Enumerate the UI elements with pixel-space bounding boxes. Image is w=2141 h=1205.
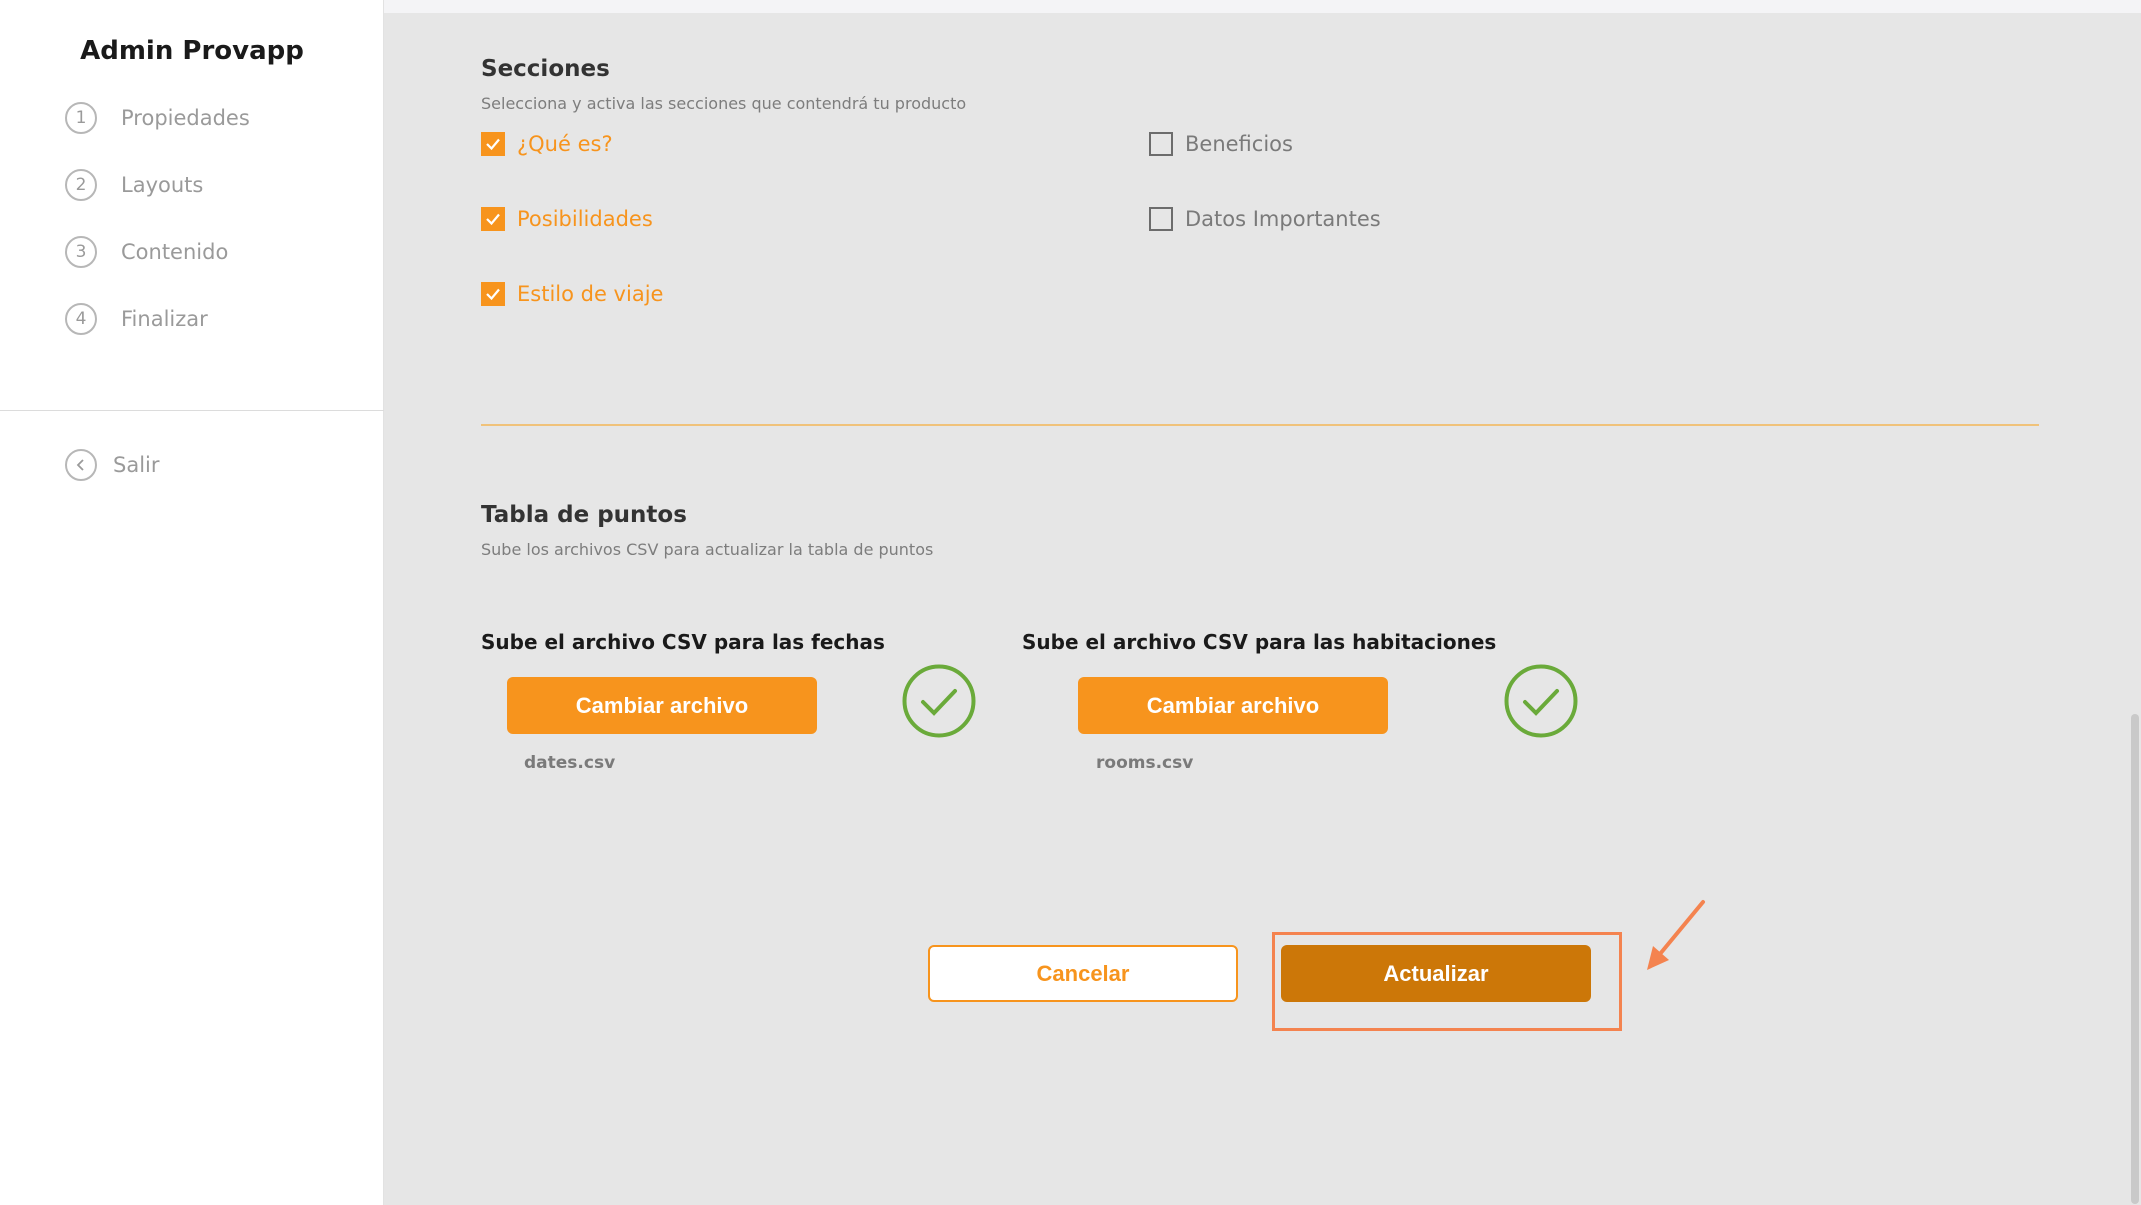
cancel-button[interactable]: Cancelar: [928, 945, 1238, 1002]
sections-subtitle: Selecciona y activa las secciones que co…: [481, 94, 967, 113]
checkbox-posibilidades[interactable]: Posibilidades: [481, 207, 653, 231]
step-number-4: 4: [65, 303, 97, 335]
upload-rooms-title: Sube el archivo CSV para las habitacione…: [1022, 630, 1497, 654]
check-circle-icon: [1504, 664, 1578, 738]
step-propiedades[interactable]: 1 Propiedades: [65, 100, 250, 136]
checkbox-estilo-de-viaje[interactable]: Estilo de viaje: [481, 282, 663, 306]
dates-file-name: dates.csv: [524, 753, 616, 773]
update-button[interactable]: Actualizar: [1281, 945, 1591, 1002]
step-number-1: 1: [65, 102, 97, 134]
step-contenido[interactable]: 3 Contenido: [65, 234, 250, 270]
scrollbar[interactable]: [2131, 714, 2139, 1204]
step-label: Layouts: [121, 173, 204, 197]
upload-dates-title: Sube el archivo CSV para las fechas: [481, 630, 885, 654]
chevron-left-circle-icon: [65, 449, 97, 481]
checkbox-checked-icon: [481, 207, 505, 231]
logout-label: Salir: [113, 453, 160, 477]
checkbox-label: Datos Importantes: [1185, 207, 1381, 231]
sections-title: Secciones: [481, 56, 610, 82]
checkbox-unchecked-icon: [1149, 207, 1173, 231]
step-number-3: 3: [65, 236, 97, 268]
step-finalizar[interactable]: 4 Finalizar: [65, 301, 250, 337]
brand-title: Admin Provapp: [80, 36, 304, 66]
section-divider: [481, 424, 2039, 426]
checkbox-label: Beneficios: [1185, 132, 1293, 156]
logout-button[interactable]: Salir: [65, 449, 160, 481]
step-number-2: 2: [65, 169, 97, 201]
checkbox-unchecked-icon: [1149, 132, 1173, 156]
step-label: Contenido: [121, 240, 229, 264]
main-content: Secciones Selecciona y activa las seccio…: [384, 14, 2141, 1205]
sidebar-divider: [0, 410, 384, 411]
steps-nav: 1 Propiedades 2 Layouts 3 Contenido 4 Fi…: [65, 100, 250, 368]
step-label: Finalizar: [121, 307, 208, 331]
checkbox-label: Estilo de viaje: [517, 282, 664, 306]
points-table-subtitle: Sube los archivos CSV para actualizar la…: [481, 540, 934, 559]
checkbox-checked-icon: [481, 132, 505, 156]
pointer-arrow-icon: [1647, 900, 1705, 970]
step-layouts[interactable]: 2 Layouts: [65, 167, 250, 203]
checkbox-datos-importantes[interactable]: Datos Importantes: [1149, 207, 1381, 231]
checkbox-label: Posibilidades: [517, 207, 653, 231]
sidebar: Admin Provapp 1 Propiedades 2 Layouts 3 …: [0, 0, 384, 1205]
checkbox-checked-icon: [481, 282, 505, 306]
change-file-rooms-button[interactable]: Cambiar archivo: [1078, 677, 1388, 734]
change-file-dates-button[interactable]: Cambiar archivo: [507, 677, 817, 734]
checkbox-label: ¿Qué es?: [517, 132, 613, 156]
points-table-title: Tabla de puntos: [481, 502, 687, 528]
checkbox-que-es[interactable]: ¿Qué es?: [481, 132, 613, 156]
checkbox-beneficios[interactable]: Beneficios: [1149, 132, 1293, 156]
check-circle-icon: [902, 664, 976, 738]
step-label: Propiedades: [121, 106, 250, 130]
top-bar: [384, 0, 2141, 14]
rooms-file-name: rooms.csv: [1096, 753, 1194, 773]
